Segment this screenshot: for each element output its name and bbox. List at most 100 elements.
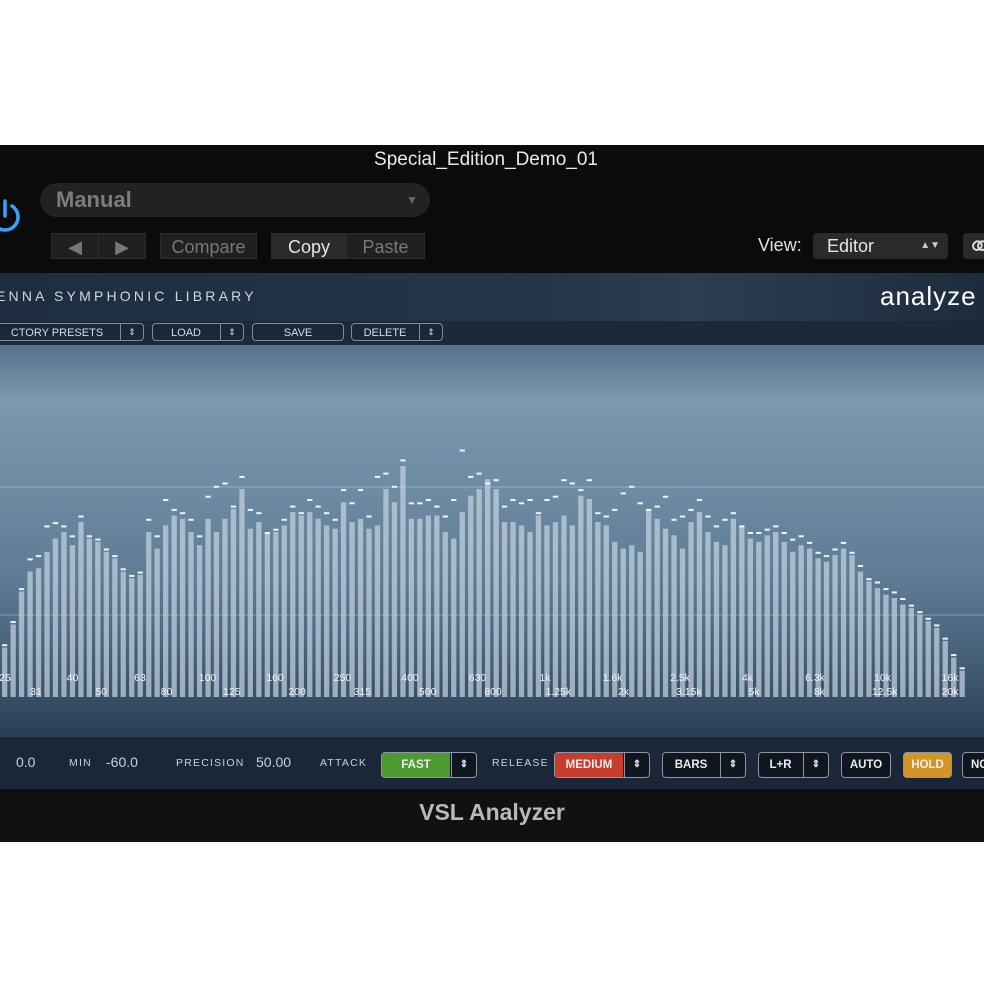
view-select[interactable]: Editor ▲▼ [813,233,948,259]
factory-presets-button[interactable]: CTORY PRESETS ⇕ [0,323,144,341]
freq-label: 16k [942,672,960,684]
freq-label: 5k [749,686,761,698]
peak-marker [357,489,364,492]
spectrum-bar [891,598,897,697]
compare-button[interactable]: Compare [160,233,257,259]
spectrum-bar [179,518,186,697]
spectrum-bar [247,528,253,697]
load-button[interactable]: LOAD ⇕ [152,323,244,341]
auto-button[interactable]: AUTO [841,752,891,778]
freq-label: 1.25k [545,686,571,698]
peak-marker [247,508,253,511]
link-button[interactable] [963,233,984,259]
paste-button[interactable]: Paste [346,233,425,259]
prev-preset-button[interactable]: ◀ [51,233,99,259]
peak-marker [527,499,533,501]
spectrum-bar [357,518,364,697]
peak-marker [730,512,736,515]
peak-marker [307,499,313,501]
display-mode-select[interactable]: BARS ⇕ [662,752,746,778]
max-value[interactable]: 0.0 [16,754,35,770]
spectrum-bar [840,548,847,697]
spectrum-bar [468,495,474,697]
peak-marker [44,525,50,528]
freq-label: 800 [484,686,502,698]
auto-label: AUTO [849,759,883,771]
peak-marker [493,479,499,482]
peak-marker [18,588,25,591]
precision-label: PRECISION [176,757,245,769]
attack-select[interactable]: FAST ⇕ [381,752,477,778]
peak-marker [832,548,838,551]
min-value[interactable]: -60.0 [106,754,138,770]
spectrum-bar [163,525,169,697]
peak-marker [2,644,8,647]
hold-label: HOLD [911,759,944,771]
peak-marker [773,525,779,528]
spectrum-bar [485,479,491,697]
channel-select[interactable]: L+R ⇕ [758,752,829,778]
freq-label: 12.5k [872,686,898,698]
spectrum-chart: 25 40 63 100 160 250 400 630 1k 1.6k 2.5k 4k 6.3k 10k… [0,449,984,698]
peak-marker [900,598,906,600]
peak-marker [78,515,84,518]
spectrum-bar [298,515,304,697]
peak-marker [86,535,92,538]
hold-button[interactable]: HOLD [903,752,952,778]
analyzer-logo: analyze [880,281,977,311]
window-footer: VSL Analyzer [0,789,984,842]
spectrum-bar [239,489,245,697]
spectrum-bar [374,525,381,697]
peak-marker [163,499,169,501]
copy-button[interactable]: Copy [271,233,347,259]
peak-marker [315,505,321,508]
peak-marker [366,515,372,518]
precision-value[interactable]: 50.00 [256,754,291,770]
spectrum-bar [713,541,720,697]
spectrum-bar [52,538,59,697]
peak-marker [569,482,575,485]
freq-label: 40 [67,672,79,684]
peak-marker [807,541,813,544]
freq-label: 50 [95,686,107,698]
peak-marker [451,499,457,501]
spectrum-bar [866,581,872,697]
peak-marker [518,502,525,505]
spectrum-bar [425,515,431,697]
control-bar: 0.0 MIN -60.0 PRECISION 50.00 ATTACK FAS… [0,737,984,789]
spectrum-bar [383,489,389,697]
spectrum-bar [315,518,321,697]
peak-marker [790,538,796,541]
save-button[interactable]: SAVE [252,323,344,341]
last-button[interactable]: NO [962,752,984,778]
peak-marker [281,518,287,521]
spectrum-bar [95,541,101,697]
freq-label: 31 [30,686,42,698]
peak-marker [417,502,423,505]
peak-marker [290,505,296,508]
peak-marker [222,482,228,485]
spectrum-bar [569,525,575,697]
peak-marker [705,515,711,518]
peak-marker [205,495,211,498]
peak-marker [103,548,109,551]
next-preset-button[interactable]: ▶ [98,233,146,259]
freq-label: 100 [199,672,217,684]
release-select[interactable]: MEDIUM ⇕ [554,752,650,778]
power-icon[interactable] [0,197,24,235]
spectrum-bar [27,571,33,697]
delete-button[interactable]: DELETE ⇕ [351,323,443,341]
spectrum-bar [154,548,160,697]
preset-dropdown[interactable]: Manual ▼ [40,183,430,217]
peak-marker [857,565,864,567]
view-value: Editor [827,236,875,256]
spectrum-bar [307,512,313,697]
peak-marker [27,558,33,561]
spectrum-bar [146,532,152,697]
stepper-arrows-icon: ⇕ [720,753,745,777]
spectrum-bar [798,545,804,697]
spectrum-bar [578,495,584,697]
spectrum-bar [654,518,660,697]
freq-label: 1.6k [603,672,624,684]
freq-label: 1k [539,672,551,684]
